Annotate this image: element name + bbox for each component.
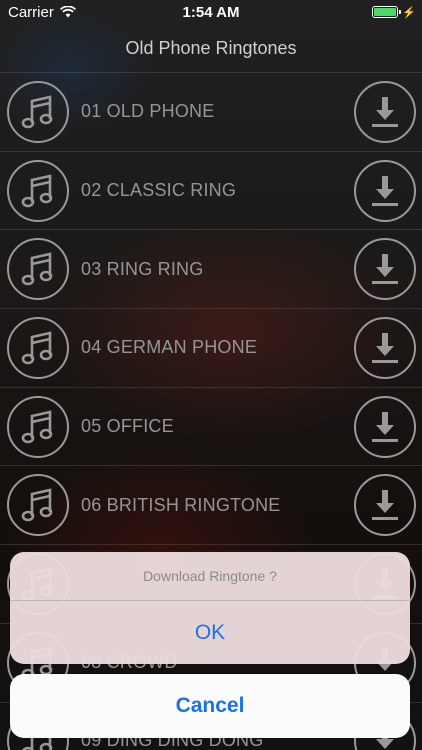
navigation-bar: Old Phone Ringtones xyxy=(0,24,422,72)
action-sheet-title: Download Ringtone ? xyxy=(10,552,410,601)
status-bar: Carrier 1:54 AM ⚡ xyxy=(0,0,422,24)
carrier-label: Carrier xyxy=(8,3,54,21)
page-title: Old Phone Ringtones xyxy=(125,37,297,58)
cancel-button[interactable]: Cancel xyxy=(10,674,410,738)
download-action-sheet: Download Ringtone ? OK xyxy=(10,552,410,664)
charging-bolt-icon: ⚡ xyxy=(402,6,416,19)
ok-button[interactable]: OK xyxy=(10,601,410,664)
wifi-icon xyxy=(59,6,76,18)
battery-icon xyxy=(372,6,402,18)
